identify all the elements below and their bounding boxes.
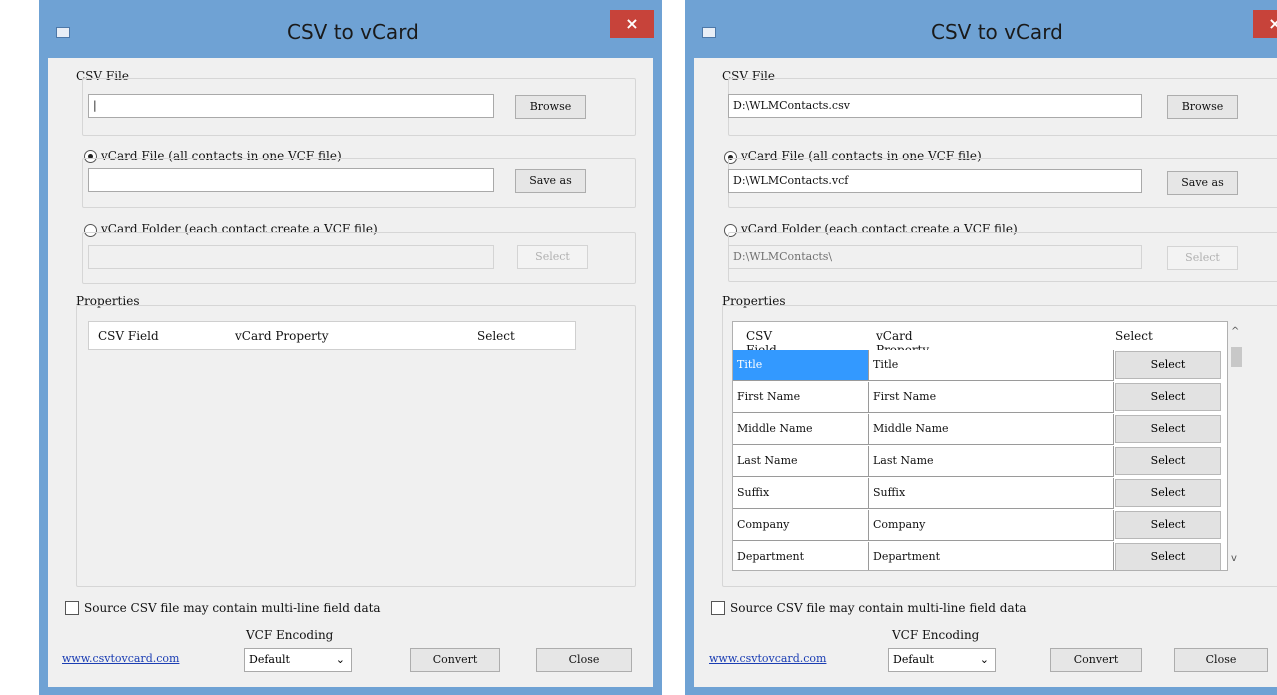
window-close-button[interactable]: × [610,10,654,38]
close-button[interactable]: Close [536,648,632,672]
vcard-file-input[interactable] [88,168,494,192]
website-link[interactable]: www.csvtovcard.com [709,652,826,665]
cell-csv-field[interactable]: Department [733,542,869,570]
window-title: CSV to vCard [931,20,1063,44]
vcf-encoding-select[interactable]: Default ⌄ [244,648,352,672]
app-icon[interactable] [702,27,716,38]
chevron-down-icon: ⌄ [335,653,345,666]
chevron-down-icon: ⌄ [979,653,989,666]
select-folder-button[interactable]: Select [1167,246,1238,270]
window-title: CSV to vCard [287,20,419,44]
convert-button[interactable]: Convert [1050,648,1142,672]
row-select-button[interactable]: Select [1115,415,1221,443]
scroll-thumb[interactable] [1231,347,1242,367]
convert-button[interactable]: Convert [410,648,500,672]
scroll-down-icon[interactable]: v [1231,553,1237,564]
vcf-encoding-value: Default [249,653,290,666]
cell-vcard-property[interactable]: Last Name [869,446,1114,477]
cell-csv-field[interactable]: Last Name [733,446,869,477]
dialog-body: CSV File | Browse vCard File (all contac… [48,58,653,687]
csv-to-vcard-window-filled: CSV to vCard × CSV File D:\WLMContacts.c… [685,0,1277,695]
vcf-encoding-label: VCF Encoding [892,628,980,642]
row-select-button[interactable]: Select [1115,543,1221,570]
multiline-label: Source CSV file may contain multi-line f… [84,601,381,615]
cell-vcard-property[interactable]: Department [869,542,1114,570]
properties-grid[interactable]: CSV Field vCard Property Select [88,321,576,350]
vcf-encoding-label: VCF Encoding [246,628,334,642]
col-header-vcard-property[interactable]: vCard Property [235,329,329,343]
multiline-checkbox[interactable] [65,601,79,615]
col-header-select[interactable]: Select [1115,329,1153,343]
csv-file-input[interactable]: D:\WLMContacts.csv [728,94,1142,118]
row-select-button[interactable]: Select [1115,479,1221,507]
grid-scrollbar[interactable]: ^ v [1228,321,1245,571]
window-close-button[interactable]: × [1253,10,1277,38]
title-bar[interactable]: CSV to vCard × [39,0,662,58]
title-bar[interactable]: CSV to vCard × [685,0,1277,58]
cell-vcard-property[interactable]: Middle Name [869,414,1114,445]
col-header-csv-field[interactable]: CSV Field [98,329,159,343]
app-icon[interactable] [56,27,70,38]
cell-csv-field[interactable]: Suffix [733,478,869,509]
csv-to-vcard-window-empty: CSV to vCard × CSV File | Browse vCard F… [39,0,662,695]
multiline-label: Source CSV file may contain multi-line f… [730,601,1027,615]
cell-csv-field[interactable]: First Name [733,382,869,413]
select-folder-button[interactable]: Select [517,245,588,269]
cell-vcard-property[interactable]: Company [869,510,1114,541]
cell-vcard-property[interactable]: First Name [869,382,1114,413]
vcf-encoding-select[interactable]: Default ⌄ [888,648,996,672]
col-header-select[interactable]: Select [477,329,515,343]
browse-button[interactable]: Browse [1167,95,1238,119]
row-select-button[interactable]: Select [1115,511,1221,539]
vcard-folder-input[interactable]: D:\WLMContacts\ [728,245,1142,269]
cell-csv-field[interactable]: Company [733,510,869,541]
close-button[interactable]: Close [1174,648,1268,672]
csv-file-input[interactable]: | [88,94,494,118]
row-select-button[interactable]: Select [1115,351,1221,379]
cell-vcard-property[interactable]: Suffix [869,478,1114,509]
properties-grid[interactable]: CSV Field vCard Property Select TitleTit… [732,321,1228,571]
save-as-button[interactable]: Save as [515,169,586,193]
dialog-body: CSV File D:\WLMContacts.csv Browse vCard… [694,58,1277,687]
row-select-button[interactable]: Select [1115,447,1221,475]
website-link[interactable]: www.csvtovcard.com [62,652,179,665]
vcard-folder-input[interactable] [88,245,494,269]
vcard-file-input[interactable]: D:\WLMContacts.vcf [728,169,1142,193]
save-as-button[interactable]: Save as [1167,171,1238,195]
cell-csv-field[interactable]: Middle Name [733,414,869,445]
row-select-button[interactable]: Select [1115,383,1221,411]
scroll-up-icon[interactable]: ^ [1231,326,1239,337]
browse-button[interactable]: Browse [515,95,586,119]
multiline-checkbox[interactable] [711,601,725,615]
vcf-encoding-value: Default [893,653,934,666]
cell-vcard-property[interactable]: Title [869,350,1114,381]
cell-csv-field[interactable]: Title [733,350,869,381]
